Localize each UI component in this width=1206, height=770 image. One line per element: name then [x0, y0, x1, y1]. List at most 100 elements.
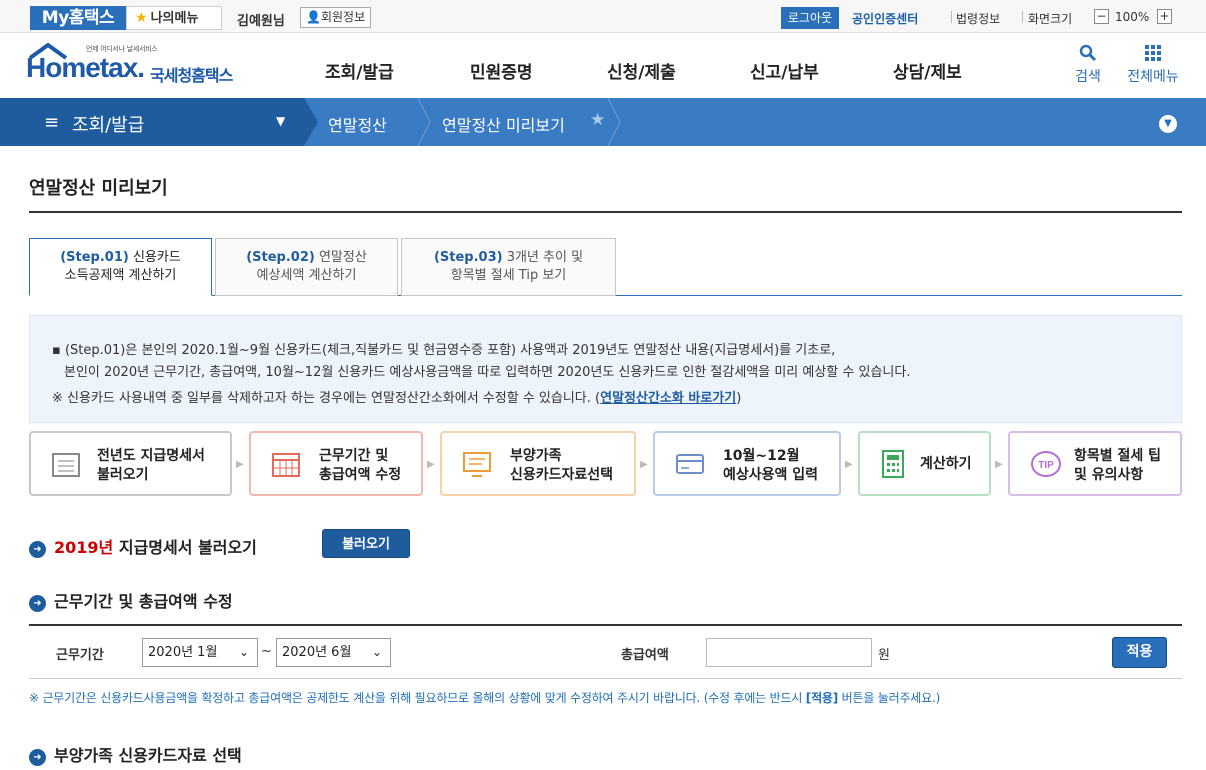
favorite-star-icon[interactable]: ★ [590, 110, 605, 130]
tab-line2: 예상세액 계산하기 [256, 268, 357, 283]
my-menu-button[interactable]: ★ 나의메뉴 [126, 6, 222, 30]
period-note-apply: [적용] [805, 691, 839, 705]
tab-line2: 소득공제액 계산하기 [64, 268, 177, 283]
monitor-icon [463, 452, 491, 477]
flow-step-expected-usage[interactable]: 10월~12월 예상사용액 입력 [653, 431, 841, 496]
tab-line1: 신용카드 [132, 250, 181, 265]
flow-step-load-statement[interactable]: 전년도 지급명세서 불러오기 [29, 431, 232, 496]
cert-center-link[interactable]: 공인인증센터 [852, 10, 918, 27]
tab-step-number: (Step.03) [433, 250, 503, 265]
my-hometax-button[interactable]: My홈택스 [30, 6, 126, 30]
flow-line2: 총급여액 수정 [319, 467, 402, 483]
flow-step-tax-tips[interactable]: TIP 항목별 절세 팁및 유의사항 [1008, 431, 1182, 496]
section-title-text: 부양가족 신용카드자료 선택 [54, 746, 242, 765]
period-salary-form: 근무기간 2020년 1월 ⌄ ~ 2020년 6월 ⌄ 총급여액 원 적용 [29, 624, 1182, 679]
logo-subtitle: 국세청홈택스 [150, 66, 233, 85]
flow-line1: 10월~12월 [723, 448, 800, 464]
period-note-text-end: 버튼을 눌러주세요.) [838, 691, 941, 705]
tab-step-number: (Step.01) [60, 250, 129, 265]
calendar-icon [272, 453, 300, 477]
chevron-right-icon: ▶ [845, 459, 853, 470]
nav-inquiry-issue[interactable]: 조회/발급 [325, 58, 394, 83]
salary-input[interactable] [706, 638, 872, 667]
nav-apply-submit[interactable]: 신청/제출 [607, 58, 676, 83]
nav-certificates[interactable]: 민원증명 [470, 58, 533, 83]
flow-line1: 항목별 절세 팁 [1074, 448, 1162, 464]
period-start-value: 2020년 1월 [148, 645, 218, 660]
breadcrumb-separator-icon [607, 98, 621, 146]
member-info-label: 회원정보 [320, 10, 366, 24]
logo-wordmark: Hometax. [26, 52, 145, 83]
chevron-right-icon: ▶ [427, 459, 435, 470]
section-dependent-card-title: ➜ 부양가족 신용카드자료 선택 [29, 742, 242, 766]
tab-step-01[interactable]: (Step.01) 신용카드 소득공제액 계산하기 [29, 238, 212, 296]
chevron-right-icon: ▶ [640, 459, 648, 470]
tab-step-02[interactable]: (Step.02) 연말정산 예상세액 계산하기 [215, 238, 398, 296]
zoom-in-button[interactable]: + [1157, 9, 1172, 24]
breadcrumb: ≡ 조회/발급 ▼ 연말정산 연말정산 미리보기 ★ [0, 98, 1206, 146]
search-button[interactable]: 검색 [1068, 44, 1108, 86]
salary-label: 총급여액 [621, 648, 669, 663]
chevron-right-icon: ▶ [236, 459, 244, 470]
period-note-text: ※ 근무기간은 신용카드사용금액을 확정하고 총급여액은 공제한도 계산을 위해… [29, 691, 806, 705]
arrow-circle-icon: ➜ [29, 595, 46, 612]
period-end-select[interactable]: 2020년 6월 ⌄ [276, 638, 391, 667]
flow-step-dependent-card[interactable]: 부양가족신용카드자료선택 [440, 431, 636, 496]
period-start-select[interactable]: 2020년 1월 ⌄ [142, 638, 258, 667]
tab-line1: 3개년 추이 및 [506, 250, 584, 265]
breadcrumb-level3[interactable]: 연말정산 미리보기 [442, 112, 565, 136]
period-note: ※ 근무기간은 신용카드사용금액을 확정하고 총급여액은 공제한도 계산을 위해… [29, 689, 940, 706]
top-utility-bar: My홈택스 ★ 나의메뉴 김예원님 👤회원정보 로그아웃 공인인증센터 법령정보 … [0, 0, 1206, 33]
section-title-text: 지급명세서 불러오기 [118, 538, 257, 557]
section-title-text: 근무기간 및 총급여액 수정 [54, 592, 233, 611]
hometax-logo[interactable]: 언제 어디서나 날세서비스 Hometax. 국세청홈택스 [26, 40, 256, 90]
caret-down-icon: ▼ [276, 114, 286, 128]
flow-step-edit-period[interactable]: 근무기간 및총급여액 수정 [249, 431, 423, 496]
tip-icon: TIP [1031, 451, 1061, 477]
currency-unit: 원 [878, 648, 890, 663]
notice-line-2: 본인이 2020년 근무기간, 총급여액, 10월~12월 신용카드 예상사용금… [64, 365, 911, 380]
nav-report-pay[interactable]: 신고/납부 [750, 58, 819, 83]
section-period-salary-title: ➜ 근무기간 및 총급여액 수정 [29, 588, 233, 612]
breadcrumb-level2[interactable]: 연말정산 [328, 112, 387, 136]
flow-line1: 근무기간 및 [319, 448, 389, 464]
range-tilde: ~ [261, 644, 272, 659]
law-info-link[interactable]: 법령정보 [956, 10, 1000, 27]
all-menu-button[interactable]: 전체메뉴 [1120, 44, 1186, 86]
flow-line2: 및 유의사항 [1074, 467, 1144, 483]
document-icon [52, 453, 80, 477]
zoom-out-button[interactable]: − [1094, 9, 1109, 24]
notice-line-1: ▪ (Step.01)은 본인의 2020.1월~9월 신용카드(체크,직불카드… [52, 343, 836, 358]
logout-button[interactable]: 로그아웃 [781, 7, 839, 29]
tab-line2: 항목별 절세 Tip 보기 [450, 268, 567, 283]
chevron-down-icon: ⌄ [238, 645, 249, 659]
svg-text:TIP: TIP [1038, 460, 1054, 471]
chevron-down-icon: ⌄ [371, 645, 382, 659]
breadcrumb-separator-icon [417, 98, 431, 146]
calculator-icon [882, 450, 904, 478]
breadcrumb-root-label: 조회/발급 [72, 115, 145, 136]
notice-line-3: ※ 신용카드 사용내역 중 일부를 삭제하고자 하는 경우에는 연말정산간소화에… [52, 391, 591, 406]
breadcrumb-separator [304, 98, 318, 146]
person-icon: 👤 [306, 10, 321, 24]
divider [1022, 11, 1023, 23]
apply-button[interactable]: 적용 [1112, 637, 1167, 668]
flow-line1: 부양가족 [510, 448, 562, 464]
tab-step-03[interactable]: (Step.03) 3개년 추이 및 항목별 절세 Tip 보기 [401, 238, 616, 296]
period-end-value: 2020년 6월 [282, 645, 352, 660]
flow-line2: 불러오기 [97, 467, 149, 483]
nav-consult-report[interactable]: 상담/제보 [893, 58, 962, 83]
all-menu-label: 전체메뉴 [1127, 69, 1179, 85]
member-info-button[interactable]: 👤회원정보 [300, 7, 372, 28]
flow-step-calculate[interactable]: 계산하기 [858, 431, 991, 496]
breadcrumb-root[interactable]: ≡ 조회/발급 ▼ [0, 98, 304, 146]
period-label: 근무기간 [56, 648, 104, 663]
flow-line2: 신용카드자료선택 [510, 467, 614, 483]
chevron-down-icon[interactable]: ▼ [1159, 115, 1177, 133]
hamburger-icon: ≡ [44, 112, 60, 133]
section-year: 2019년 [54, 538, 114, 557]
load-button[interactable]: 불러오기 [322, 529, 410, 558]
simplified-service-link[interactable]: 연말정산간소화 바로가기 [600, 391, 736, 406]
screen-size-label: 화면크기 [1028, 12, 1073, 26]
section-load-statement-title: ➜ 2019년 지급명세서 불러오기 [29, 534, 257, 558]
